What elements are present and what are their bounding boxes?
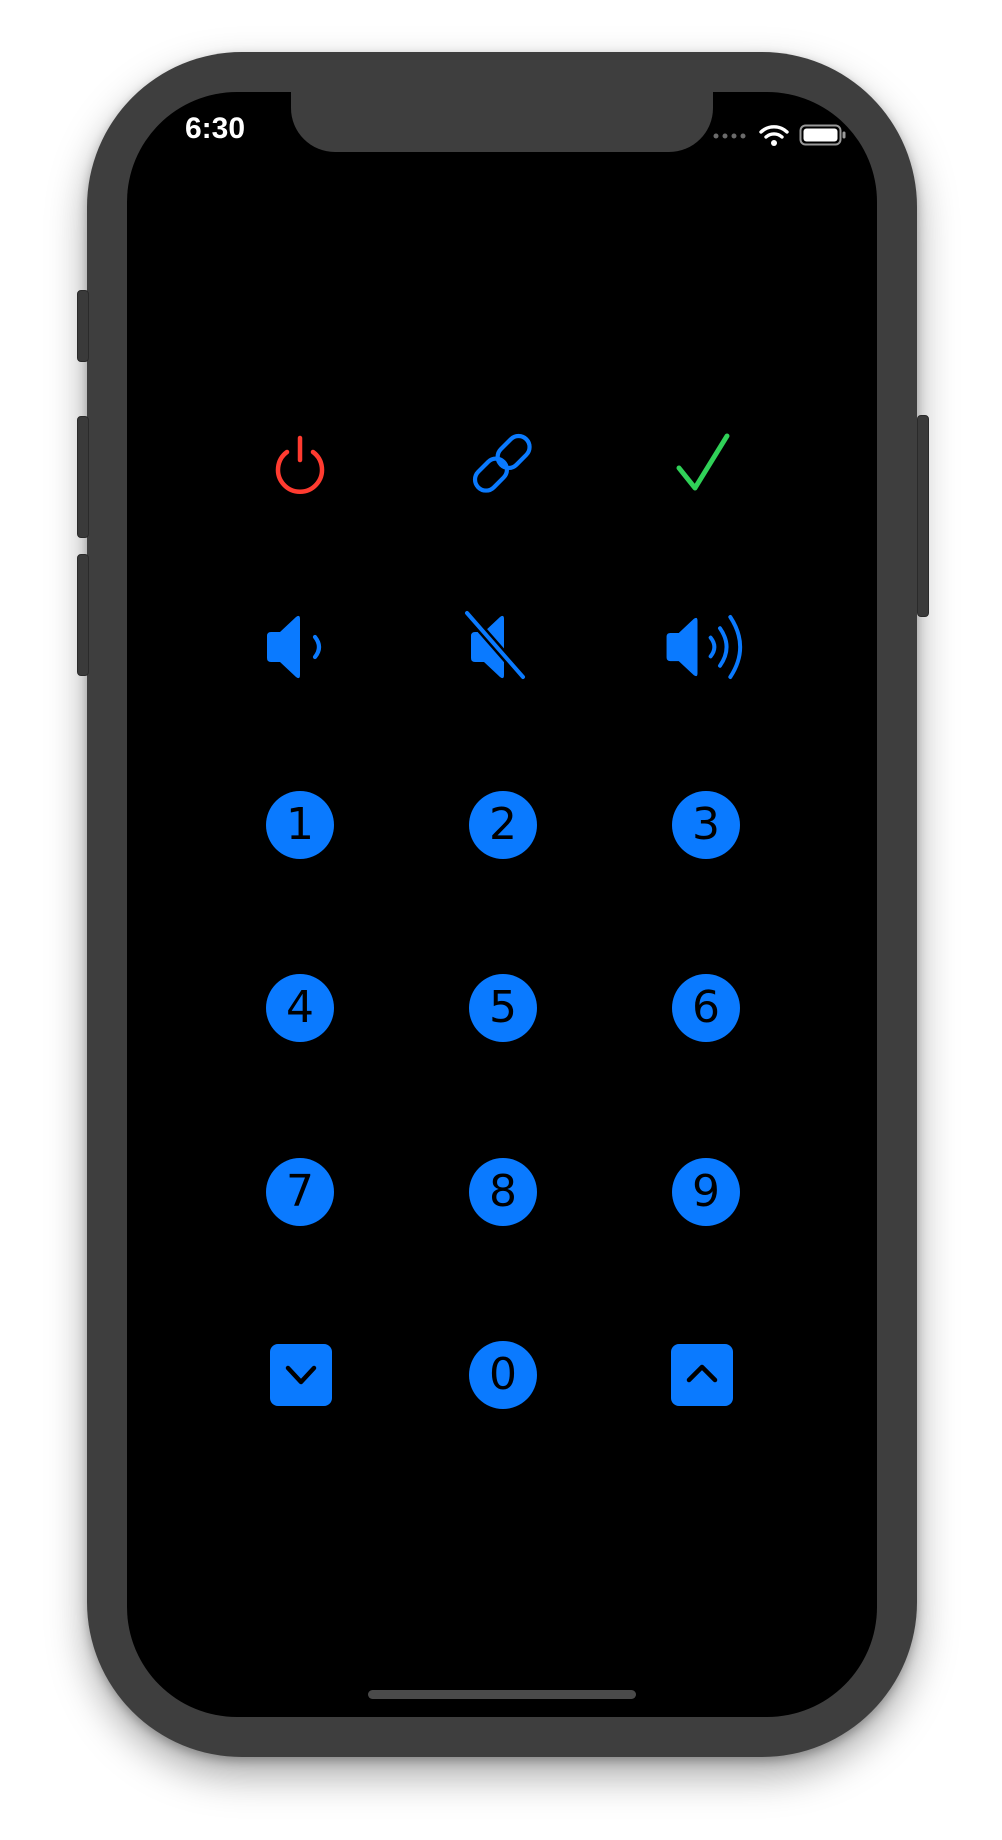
channel-down-button[interactable] <box>270 1344 332 1406</box>
side-power-hardware-button <box>917 415 929 617</box>
key-6[interactable]: 6 <box>672 974 740 1042</box>
volume-up-hardware-button <box>77 416 89 538</box>
chevron-down-icon <box>285 1365 317 1385</box>
key-3[interactable]: 3 <box>672 791 740 859</box>
volume-down-button[interactable] <box>255 602 345 692</box>
checkmark-icon <box>676 433 730 491</box>
home-indicator[interactable] <box>368 1690 636 1699</box>
confirm-button[interactable] <box>660 419 750 509</box>
ringer-switch <box>77 290 89 362</box>
signal-dots-icon <box>713 128 749 146</box>
mute-button[interactable] <box>458 602 548 692</box>
key-7[interactable]: 7 <box>266 1158 334 1226</box>
link-icon <box>472 433 532 493</box>
link-button[interactable] <box>458 419 548 509</box>
key-8[interactable]: 8 <box>469 1158 537 1226</box>
phone-device-frame: 6:30 1 2 3 4 5 6 7 8 9 0 <box>77 52 929 1757</box>
status-icons <box>713 122 847 152</box>
speaker-high-icon <box>666 615 743 679</box>
power-icon <box>275 435 325 494</box>
key-2[interactable]: 2 <box>469 791 537 859</box>
wifi-icon <box>759 123 789 152</box>
key-1[interactable]: 1 <box>266 791 334 859</box>
screen: 6:30 1 2 3 4 5 6 7 8 9 0 <box>127 92 877 1717</box>
volume-down-hardware-button <box>77 554 89 676</box>
notch <box>291 92 713 152</box>
key-4[interactable]: 4 <box>266 974 334 1042</box>
power-button[interactable] <box>255 419 345 509</box>
speaker-low-icon <box>267 615 322 679</box>
key-5[interactable]: 5 <box>469 974 537 1042</box>
status-time: 6:30 <box>185 112 246 145</box>
chevron-up-icon <box>686 1364 718 1383</box>
channel-up-button[interactable] <box>671 1344 733 1406</box>
volume-up-button[interactable] <box>660 602 750 692</box>
battery-icon <box>799 123 847 152</box>
key-0[interactable]: 0 <box>469 1341 537 1409</box>
key-9[interactable]: 9 <box>672 1158 740 1226</box>
speaker-muted-icon <box>463 608 528 682</box>
